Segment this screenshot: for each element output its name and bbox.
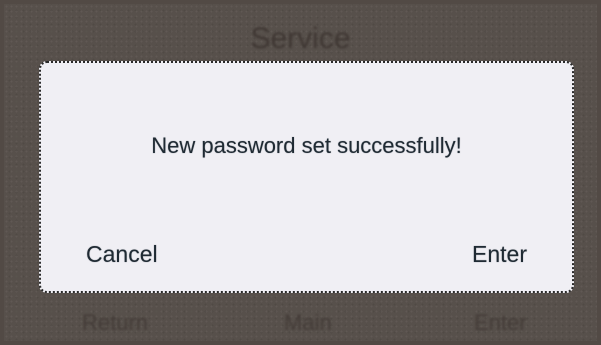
service-screen: Service Return Main Enter New password s…: [0, 0, 601, 345]
page-title: Service: [250, 22, 351, 55]
confirmation-dialog: New password set successfully! Cancel En…: [39, 61, 574, 293]
dialog-message: New password set successfully!: [151, 133, 462, 158]
main-button: Main: [284, 310, 332, 335]
cancel-button[interactable]: Cancel: [86, 241, 158, 268]
enter-button[interactable]: Enter: [472, 241, 527, 268]
background-enter-button: Enter: [474, 310, 527, 335]
return-button: Return: [82, 310, 149, 335]
